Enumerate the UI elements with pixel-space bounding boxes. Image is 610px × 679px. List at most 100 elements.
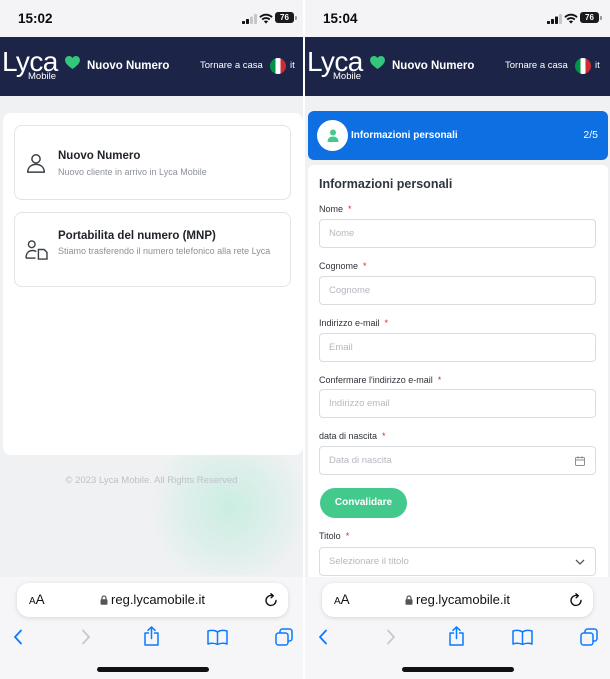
italy-flag-icon[interactable] — [270, 58, 286, 74]
option-description: Stiamo trasferendo il numero telefonico … — [58, 246, 271, 256]
option-description: Nuovo cliente in arrivo in Lyca Mobile — [58, 167, 207, 177]
wifi-icon — [259, 13, 273, 24]
screen-personal-info-form: 15:04 76 Lyca Mobile Nuovo Numero Tornar… — [305, 0, 610, 679]
battery-icon: 76 — [275, 12, 298, 23]
bookmarks-icon[interactable] — [207, 629, 228, 645]
forward-icon — [387, 629, 395, 645]
label-text: data di nascita — [319, 430, 378, 441]
person-sim-icon — [25, 240, 48, 260]
lyca-logo-subtitle: Mobile — [28, 71, 56, 82]
back-icon[interactable] — [318, 629, 328, 645]
url-display[interactable]: reg.lycamobile.it — [17, 592, 288, 608]
tabs-icon[interactable] — [275, 628, 293, 646]
language-selector[interactable]: it — [290, 60, 295, 72]
confirm-email-input[interactable] — [319, 389, 596, 418]
battery-icon: 76 — [580, 12, 603, 23]
user-icon — [327, 129, 338, 142]
required-mark: * — [382, 430, 386, 441]
required-mark: * — [384, 317, 389, 328]
validate-button[interactable]: Convalidare — [320, 488, 407, 518]
cellular-signal-icon — [547, 14, 562, 24]
signal-bar — [551, 19, 554, 24]
reload-icon[interactable] — [264, 593, 278, 607]
first-name-label: Nome * — [319, 204, 352, 215]
status-time: 15:02 — [18, 11, 53, 26]
last-name-input[interactable] — [319, 276, 596, 305]
title-label: Titolo * — [319, 531, 349, 542]
tabs-icon[interactable] — [580, 628, 598, 646]
language-selector[interactable]: it — [595, 60, 600, 72]
personal-info-form: Informazioni personali Nome * Cognome * In… — [308, 165, 608, 605]
step-avatar — [317, 120, 348, 151]
url-text: reg.lycamobile.it — [111, 592, 205, 607]
address-bar[interactable]: AA reg.lycamobile.it — [322, 583, 593, 617]
step-title: Informazioni personali — [351, 130, 458, 141]
home-link[interactable]: Tornare a casa — [505, 60, 568, 72]
share-icon[interactable] — [448, 626, 465, 646]
italy-flag-icon[interactable] — [575, 58, 591, 74]
copyright-footer: © 2023 Lyca Mobile. All Rights Reserved — [65, 475, 238, 486]
heart-icon — [370, 56, 385, 69]
forward-icon — [82, 629, 90, 645]
heart-icon — [65, 56, 80, 69]
share-icon[interactable] — [143, 626, 160, 646]
label-text: Cognome — [319, 260, 359, 271]
first-name-input[interactable] — [319, 219, 596, 248]
home-indicator[interactable] — [97, 667, 209, 672]
bookmarks-icon[interactable] — [512, 629, 533, 645]
email-input[interactable] — [319, 333, 596, 362]
form-heading: Informazioni personali — [319, 176, 453, 191]
signal-bar — [555, 16, 558, 24]
confirm-email-label: Confermare l'indirizzo e-mail * — [319, 375, 441, 386]
browser-toolbar: AA reg.lycamobile.it — [305, 577, 610, 679]
birth-date-field — [319, 446, 596, 475]
site-header: Lyca Mobile Nuovo Numero Tornare a casa … — [0, 37, 303, 96]
birth-date-label: data di nascita * — [319, 431, 386, 442]
battery-level: 76 — [580, 12, 599, 23]
home-link[interactable]: Tornare a casa — [200, 60, 263, 72]
label-text: Titolo — [319, 531, 341, 541]
home-indicator[interactable] — [402, 667, 514, 672]
screen-new-number-choice: 15:02 76 Lyca Mobile Nuovo Numero Tornar… — [0, 0, 303, 679]
options-panel: Nuovo Numero Nuovo cliente in arrivo in … — [3, 113, 303, 455]
lock-icon — [100, 595, 108, 605]
calendar-icon[interactable] — [575, 455, 585, 466]
wifi-icon — [564, 13, 578, 24]
battery-cap — [295, 15, 297, 20]
title-select[interactable]: Selezionare il titolo — [319, 547, 596, 576]
page-title: Nuovo Numero — [87, 60, 170, 72]
option-title: Nuovo Numero — [58, 150, 141, 162]
back-icon[interactable] — [13, 629, 23, 645]
address-bar[interactable]: AA reg.lycamobile.it — [17, 583, 288, 617]
option-number-portability[interactable]: Portabilita del numero (MNP) Stiamo tras… — [14, 212, 291, 287]
status-bar: 15:04 76 — [305, 0, 610, 37]
step-indicator: Informazioni personali 2/5 — [308, 111, 608, 160]
battery-level: 76 — [275, 12, 294, 23]
option-new-number[interactable]: Nuovo Numero Nuovo cliente in arrivo in … — [14, 125, 291, 200]
signal-bar — [250, 16, 253, 24]
lyca-logo-subtitle: Mobile — [333, 71, 361, 82]
birth-date-input[interactable] — [319, 446, 596, 475]
required-mark: * — [437, 374, 442, 385]
cellular-signal-icon — [242, 14, 257, 24]
status-bar: 15:02 76 — [0, 0, 303, 37]
signal-bar — [547, 21, 550, 24]
url-text: reg.lycamobile.it — [416, 592, 510, 607]
chevron-down-icon — [575, 559, 585, 565]
title-field: Selezionare il titolo — [319, 547, 596, 576]
label-text: Confermare l'indirizzo e-mail — [319, 374, 433, 385]
last-name-label: Cognome * — [319, 261, 367, 272]
label-text: Indirizzo e-mail — [319, 317, 380, 328]
reload-icon[interactable] — [569, 593, 583, 607]
page-title: Nuovo Numero — [392, 60, 475, 72]
step-progress: 2/5 — [583, 129, 598, 141]
required-mark: * — [345, 531, 350, 541]
url-display[interactable]: reg.lycamobile.it — [322, 592, 593, 608]
battery-cap — [600, 15, 602, 20]
email-label: Indirizzo e-mail * — [319, 318, 388, 329]
signal-bar — [559, 14, 562, 24]
person-icon — [27, 154, 45, 173]
lock-icon — [405, 595, 413, 605]
required-mark: * — [363, 260, 367, 271]
signal-bar — [246, 19, 249, 24]
